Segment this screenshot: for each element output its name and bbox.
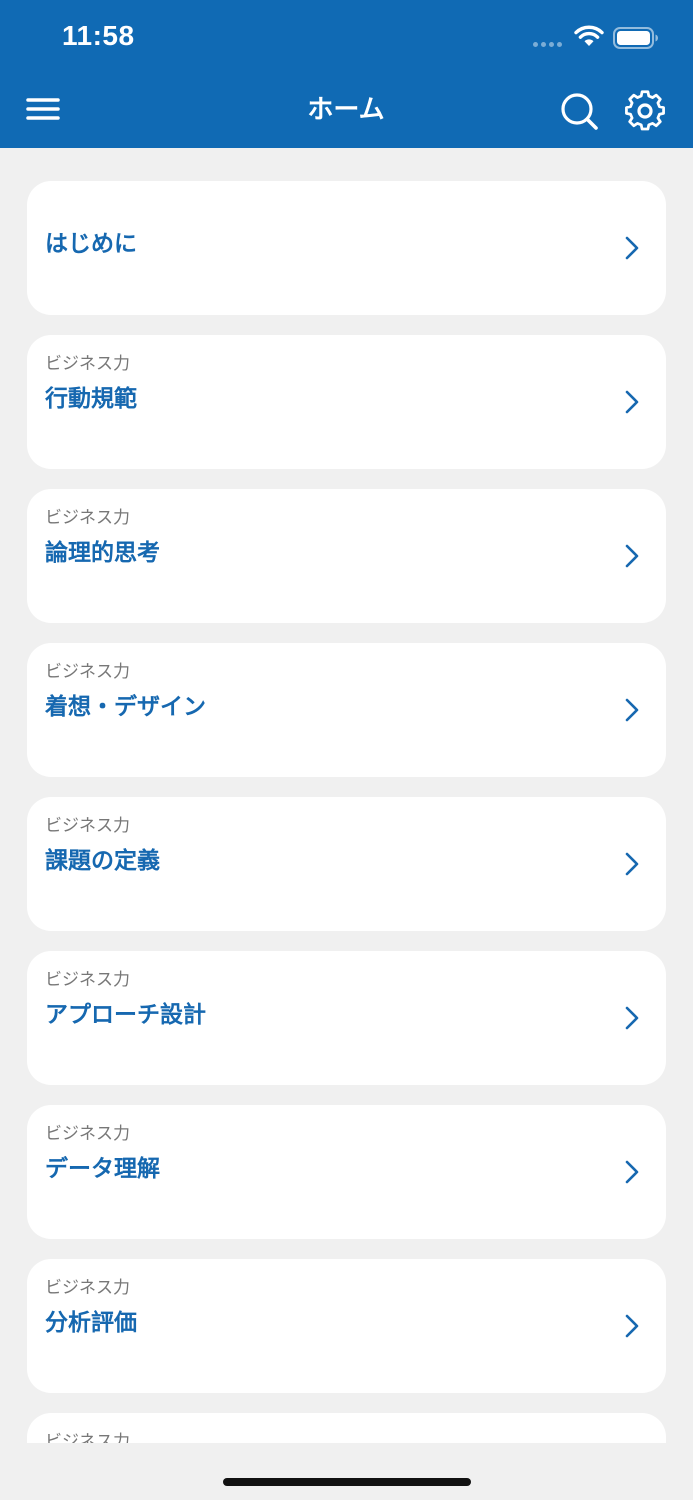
list-item[interactable]: ビジネス力 課題の定義: [27, 797, 666, 931]
item-category: ビジネス力: [45, 1124, 130, 1144]
chevron-right-icon: [625, 698, 639, 722]
chevron-right-icon: [625, 390, 639, 414]
item-category: ビジネス力: [45, 508, 130, 528]
item-category: ビジネス力: [45, 1278, 130, 1298]
list-item[interactable]: ビジネス力 行動規範: [27, 335, 666, 469]
chevron-right-icon: [625, 1006, 639, 1030]
chevron-right-icon: [625, 544, 639, 568]
list-item[interactable]: ビジネス力 着想・デザイン: [27, 643, 666, 777]
item-title: 論理的思考: [45, 540, 160, 566]
menu-list: はじめに ビジネス力 行動規範 ビジネス力 論理的思考 ビジネス力 着想・デザイ…: [0, 148, 693, 1443]
list-item[interactable]: ビジネス力 アプローチ設計: [27, 951, 666, 1085]
list-item[interactable]: ビジネス力: [27, 1413, 666, 1443]
menu-icon: [26, 98, 60, 120]
list-item[interactable]: ビジネス力 データ理解: [27, 1105, 666, 1239]
item-category: ビジネス力: [45, 970, 130, 990]
item-title: 着想・デザイン: [45, 694, 206, 720]
gear-icon: [625, 90, 665, 131]
cellular-signal-icon: [533, 42, 565, 48]
search-icon: [561, 93, 598, 130]
settings-button[interactable]: [622, 88, 668, 134]
home-indicator: [223, 1478, 471, 1486]
app-header: 11:58 ホーム: [0, 0, 693, 148]
list-item[interactable]: はじめに: [27, 181, 666, 315]
search-button[interactable]: [556, 88, 602, 134]
battery-icon: [613, 27, 658, 49]
status-time: 11:58: [62, 20, 135, 51]
item-title: 課題の定義: [45, 848, 160, 874]
item-category: ビジネス力: [45, 1432, 130, 1443]
item-category: ビジネス力: [45, 354, 130, 374]
list-item[interactable]: ビジネス力 論理的思考: [27, 489, 666, 623]
chevron-right-icon: [625, 852, 639, 876]
chevron-right-icon: [625, 1160, 639, 1184]
page-title: ホーム: [307, 95, 385, 125]
wifi-icon: [574, 25, 604, 46]
chevron-right-icon: [625, 236, 639, 260]
item-title: データ理解: [45, 1156, 160, 1182]
item-title: はじめに: [45, 231, 137, 257]
chevron-right-icon: [625, 1314, 639, 1338]
item-title: 行動規範: [45, 386, 137, 412]
item-category: ビジネス力: [45, 662, 130, 682]
item-title: アプローチ設計: [45, 1002, 206, 1028]
list-item[interactable]: ビジネス力 分析評価: [27, 1259, 666, 1393]
menu-button[interactable]: [22, 90, 66, 130]
item-title: 分析評価: [45, 1310, 137, 1336]
item-category: ビジネス力: [45, 816, 130, 836]
